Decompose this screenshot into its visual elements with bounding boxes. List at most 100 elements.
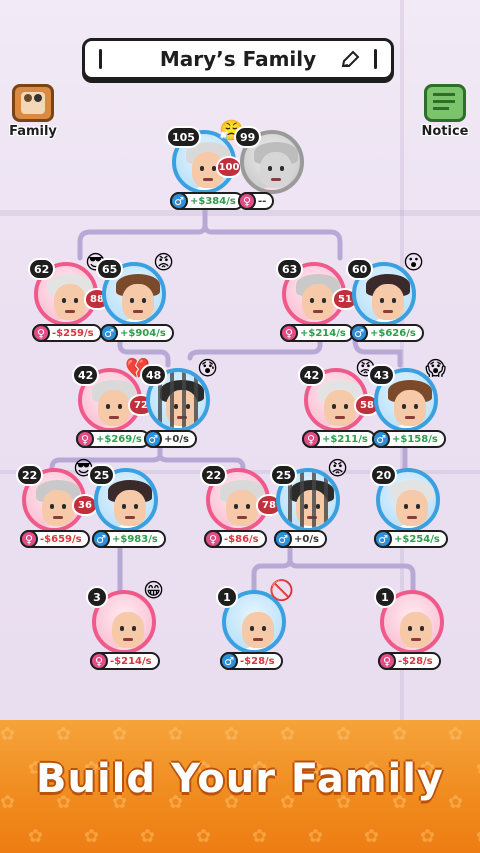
member-gen2b-f[interactable]: 63 51 [276,258,358,326]
member-gen4a-m[interactable]: 25 [88,464,158,532]
male-symbol-icon: ♂ [220,652,238,670]
family-tree-board: Mary’s Family Family Notice 105 😤 100 ♂ +$38… [0,0,480,720]
female-symbol-icon: ♀ [76,430,94,448]
member-income-pill: ♂ +$626/s [350,324,424,342]
member-gen4b-f[interactable]: 22 78 [200,464,282,532]
income-value: +$214/s [300,327,346,339]
income-value: -$28/s [398,655,433,667]
paw-print-icon: ✿ [308,826,324,847]
income-value: -$86/s [224,533,259,545]
member-income-pill: ♀ -- [238,192,275,210]
member-age-badge: 42 [72,364,100,386]
member-age-badge: 42 [298,364,326,386]
member-gen3b-m[interactable]: 43 😱 [368,358,446,432]
member-age-badge: 48 [140,364,168,386]
female-symbol-icon: ♀ [20,530,38,548]
paw-print-icon: ✿ [392,724,408,745]
paw-print-icon: ✿ [364,826,380,847]
notice-button[interactable]: Notice [416,84,474,139]
paw-print-icon: ✿ [280,724,296,745]
member-gen4c-m[interactable]: 20 [370,464,440,532]
mood-emoji-icon: 😡 [327,456,348,480]
member-age-badge: 43 [368,364,396,386]
income-value: -- [258,195,267,207]
member-income-pill: ♂ +$158/s [372,430,446,448]
member-gen4b-m[interactable]: 25 😡 [270,458,348,532]
paw-print-icon: ✿ [168,724,184,745]
member-age-badge: 1 [374,586,396,608]
affection-heart-badge: 100 [216,156,242,178]
member-gen5a-f[interactable]: 3 😁 [86,580,164,654]
income-value: -$659/s [40,533,82,545]
member-income-pill: ♂ +$384/s [170,192,244,210]
member-age-badge: 65 [96,258,124,280]
member-gen1-m[interactable]: 105 😤 100 [166,120,244,194]
member-income-pill: ♀ -$28/s [378,652,441,670]
member-gen2a-m[interactable]: 65 😡 [96,252,174,326]
member-gen4a-f[interactable]: 22 😎 36 [16,458,98,532]
member-age-badge: 3 [86,586,108,608]
member-gen2a-f[interactable]: 62 😎 88 [28,252,110,326]
member-income-pill: ♂ +$983/s [92,530,166,548]
male-symbol-icon: ♂ [374,530,392,548]
paw-print-icon: ✿ [420,826,436,847]
mood-emoji-icon: 😱 [425,356,446,380]
member-gen2b-m[interactable]: 60 😮 [346,252,424,326]
member-income-pill: ♀ +$214/s [280,324,354,342]
member-income-pill: ♂ +0/s [274,530,327,548]
member-income-pill: ♀ -$259/s [32,324,102,342]
banner-tick-left [99,49,102,69]
family-name-banner[interactable]: Mary’s Family [82,38,394,80]
member-gen3a-m[interactable]: 48 😰 [140,358,218,432]
promo-banner: ✿✿✿✿✿✿✿✿✿✿✿✿✿✿✿✿✿✿✿✿✿✿✿✿✿✿✿✿✿✿✿✿✿✿✿✿ Bui… [0,720,480,853]
income-value: -$214/s [110,655,152,667]
female-symbol-icon: ♀ [238,192,256,210]
paw-print-icon: ✿ [252,826,268,847]
paw-print-icon: ✿ [112,724,128,745]
member-age-badge: 20 [370,464,398,486]
income-value: +$254/s [394,533,440,545]
member-gen5b-m[interactable]: 1 🚫 [216,580,294,654]
paw-print-icon: ✿ [196,826,212,847]
member-gen5c-f[interactable]: 1 [374,586,444,654]
banner-tick-right [374,49,377,69]
income-value: +$983/s [112,533,158,545]
member-age-badge: 62 [28,258,56,280]
paw-print-icon: ✿ [448,724,464,745]
paw-print-icon: ✿ [84,826,100,847]
member-age-badge: 60 [346,258,374,280]
female-symbol-icon: ♀ [90,652,108,670]
family-button-label: Family [9,124,57,139]
family-name-title: Mary’s Family [159,47,317,71]
mood-emoji-icon: 😰 [197,356,218,380]
income-value: +0/s [294,533,319,545]
member-age-badge: 25 [88,464,116,486]
member-age-badge: 63 [276,258,304,280]
member-income-pill: ♀ +$269/s [76,430,150,448]
income-value: -$259/s [52,327,94,339]
income-value: +$384/s [190,195,236,207]
female-symbol-icon: ♀ [204,530,222,548]
member-income-pill: ♀ -$659/s [20,530,90,548]
member-age-badge: 105 [166,126,201,148]
member-gen3b-f[interactable]: 42 😡 58 [298,358,380,432]
female-symbol-icon: ♀ [378,652,396,670]
family-button[interactable]: Family [6,84,60,139]
male-symbol-icon: ♂ [170,192,188,210]
paw-print-icon: ✿ [336,724,352,745]
member-age-badge: 25 [270,464,298,486]
member-income-pill: ♂ +$904/s [100,324,174,342]
family-portrait-icon [12,84,54,122]
notebook-icon [424,84,466,122]
member-income-pill: ♂ +$254/s [374,530,448,548]
income-value: +$211/s [322,433,368,445]
member-gen3a-f[interactable]: 42 💔 72 [72,358,154,432]
income-value: +$269/s [96,433,142,445]
member-income-pill: ♀ +$211/s [302,430,376,448]
pencil-icon[interactable] [339,49,361,75]
income-value: +$158/s [392,433,438,445]
female-symbol-icon: ♀ [280,324,298,342]
paw-print-icon: ✿ [0,724,16,745]
member-gen1-f[interactable]: 99 [234,126,304,194]
male-symbol-icon: ♂ [372,430,390,448]
